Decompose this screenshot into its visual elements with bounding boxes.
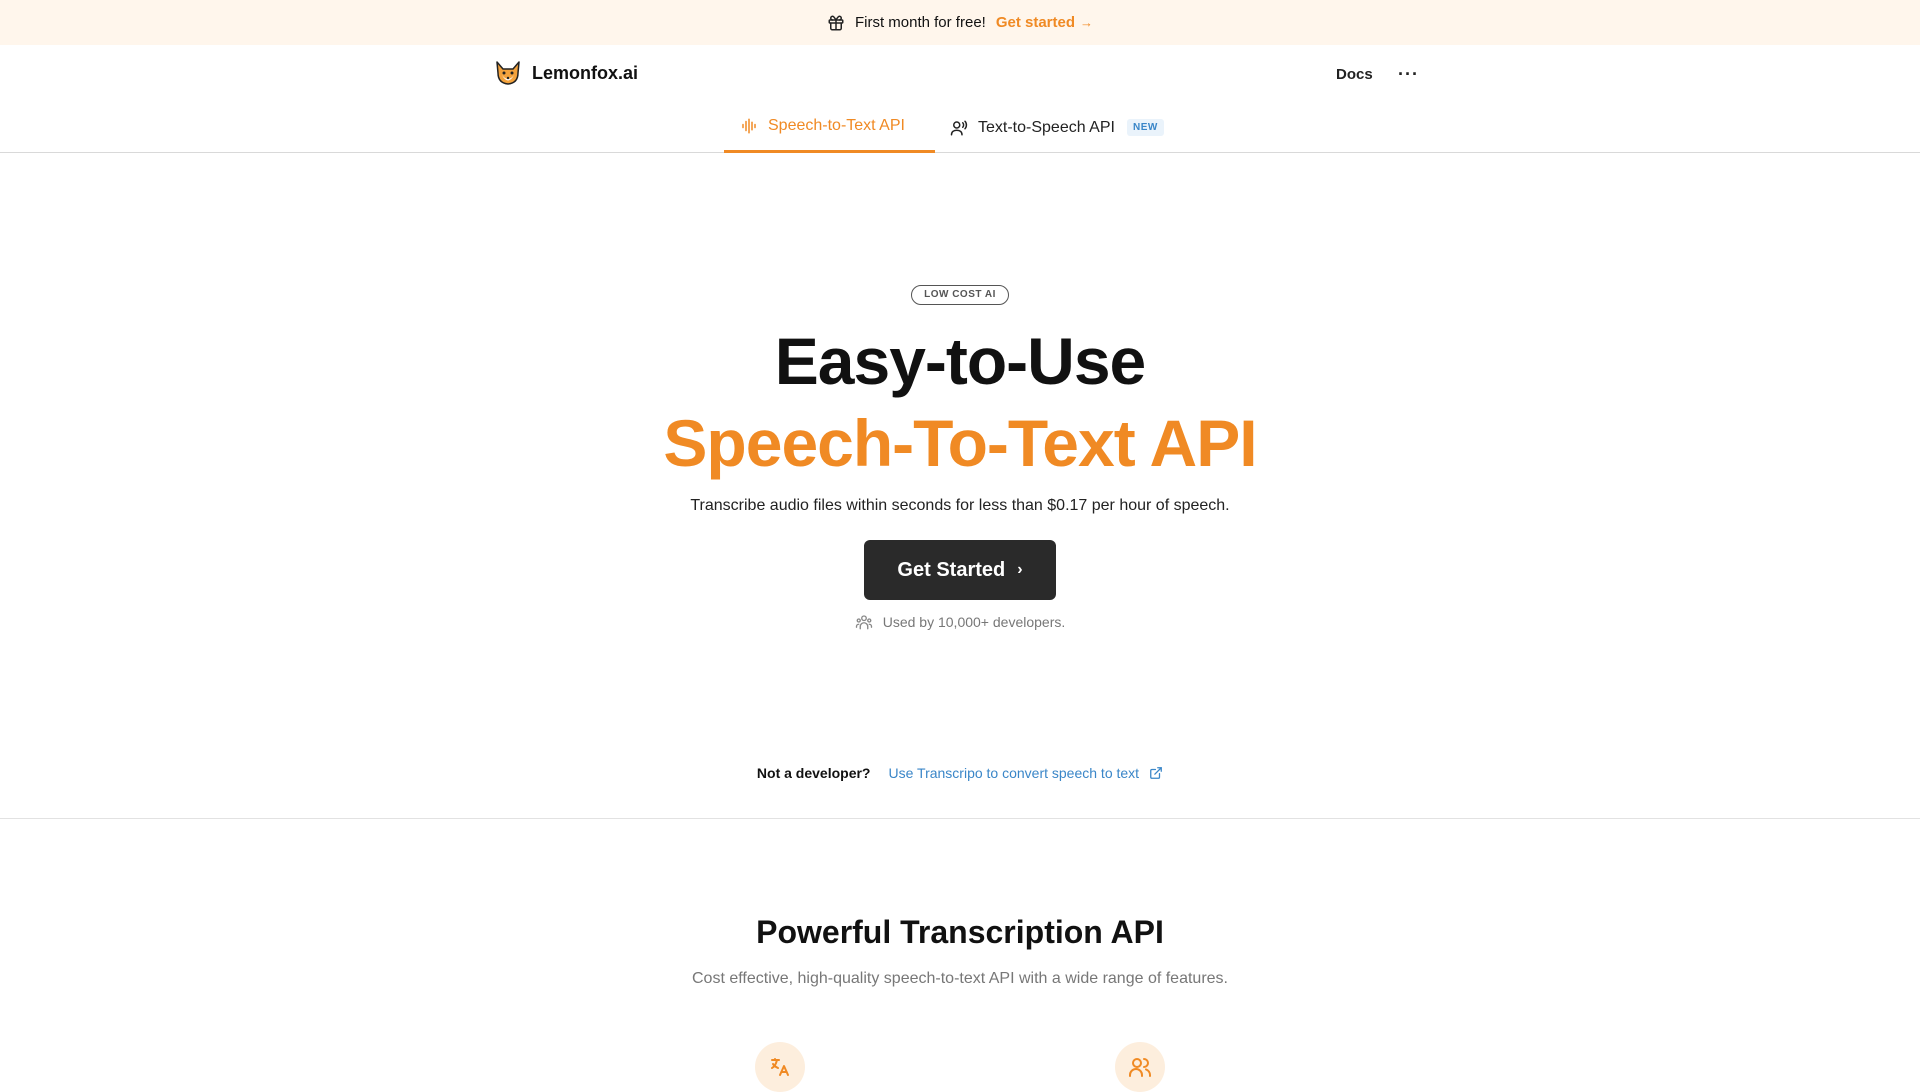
low-cost-ai-pill: LOW COST AI — [911, 285, 1009, 305]
get-started-button[interactable]: Get Started › — [864, 540, 1056, 600]
not-developer-row: Not a developer? Use Transcripo to conve… — [0, 765, 1920, 781]
promo-get-started-link[interactable]: Get started → — [996, 14, 1093, 31]
fox-logo-icon — [494, 59, 522, 87]
not-developer-question: Not a developer? — [756, 765, 871, 781]
features-subtitle: Cost effective, high-quality speech-to-t… — [692, 970, 1228, 987]
features-title: Powerful Transcription API — [756, 914, 1164, 950]
new-badge: NEW — [1126, 119, 1164, 136]
tab-text-to-speech-label: Text-to-Speech API — [978, 118, 1115, 136]
waveform-icon — [740, 117, 758, 135]
promo-link-label: Get started — [995, 14, 1076, 31]
section-divider — [0, 818, 1920, 819]
brand-name: Lemonfox.ai — [532, 62, 639, 83]
users-icon — [1115, 1042, 1165, 1092]
arrow-right-icon: → — [1080, 15, 1094, 30]
tab-text-to-speech[interactable]: Text-to-Speech API NEW — [950, 102, 1164, 153]
hero-title-line1: Easy-to-Use — [774, 324, 1146, 398]
product-tabs: Speech-to-Text API Text-to-Speech API NE… — [0, 102, 1920, 153]
promo-text: First month for free! — [854, 14, 986, 31]
promo-banner: First month for free! Get started → — [0, 0, 1920, 45]
docs-link[interactable]: Docs — [1336, 66, 1373, 83]
used-by-note: Used by 10,000+ developers. — [0, 613, 1920, 631]
speaking-person-icon — [950, 119, 968, 137]
transcripo-link-label: Use Transcripo to convert speech to text — [888, 765, 1140, 781]
tab-speech-to-text-label: Speech-to-Text API — [768, 117, 905, 134]
used-by-text: Used by 10,000+ developers. — [882, 614, 1066, 630]
gift-icon — [827, 14, 845, 32]
translate-icon — [755, 1042, 805, 1092]
transcripo-link[interactable]: Use Transcripo to convert speech to text — [889, 765, 1164, 781]
more-menu-icon[interactable]: ··· — [1398, 64, 1419, 85]
get-started-label: Get Started — [897, 558, 1006, 581]
hero-subtitle: Transcribe audio files within seconds fo… — [690, 497, 1230, 514]
external-link-icon — [1149, 766, 1163, 780]
hero-title-line2: Speech-To-Text API — [663, 406, 1257, 480]
chevron-right-icon: › — [1017, 561, 1023, 578]
brand-link[interactable]: Lemonfox.ai — [494, 59, 638, 87]
tab-speech-to-text[interactable]: Speech-to-Text API — [724, 102, 935, 153]
users-icon — [855, 613, 873, 631]
top-header: Lemonfox.ai Docs ··· — [0, 45, 1920, 102]
